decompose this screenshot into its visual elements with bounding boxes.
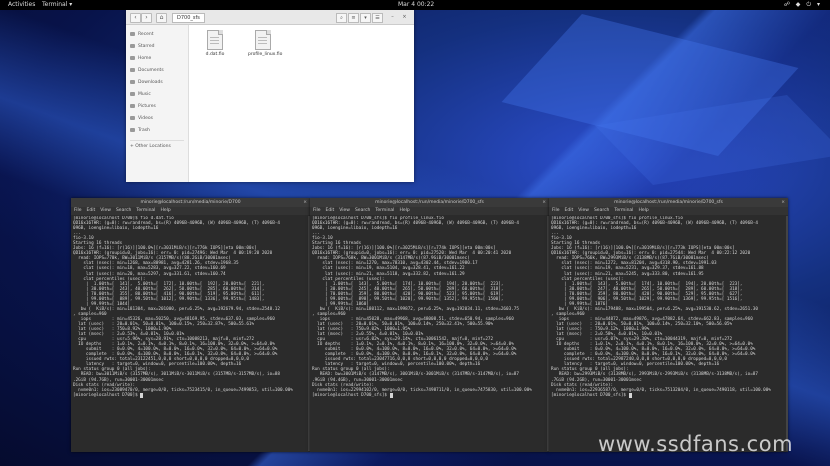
music-icon — [130, 91, 135, 96]
terminal-line: READ: bw=2993MiB/s (3138MB/s), 2993MiB/s… — [551, 372, 758, 378]
menu-view[interactable]: View — [339, 208, 350, 213]
terminal-title-bar: minorie@localhost:/run/media/minorie/D70… — [549, 198, 788, 207]
terminal-line: nvme0n1: ios=23089470/0, merge=0/0, tick… — [73, 387, 293, 393]
text-file-icon — [255, 30, 271, 50]
path-bar[interactable]: D700_sfs — [172, 13, 205, 23]
sidebar-item-other-locations[interactable]: + Other Locations — [130, 143, 171, 150]
sidebar-item-starred[interactable]: Starred — [130, 43, 155, 50]
menu-search[interactable]: Search — [594, 208, 609, 213]
terminal-title: minorie@localhost:/run/media/minorie/D70… — [614, 200, 723, 205]
trash-icon — [130, 127, 135, 132]
menu-terminal[interactable]: Terminal — [614, 208, 633, 213]
terminal-cursor — [628, 393, 632, 398]
terminal-title-bar: minorie@localhost:/run/media/minorie/D70… — [310, 198, 549, 207]
forward-button[interactable]: › — [141, 13, 152, 23]
file-name: profile_linux.fio — [248, 52, 283, 57]
terminal-line: READ: bw=3001MiB/s (3147MB/s), 3001MiB/s… — [312, 372, 519, 378]
terminal-cursor — [140, 393, 144, 398]
terminal-window-3: minorie@localhost:/run/media/minorie/D70… — [549, 198, 788, 452]
menu-view[interactable]: View — [100, 208, 111, 213]
sidebar-item-downloads[interactable]: Downloads — [130, 79, 163, 86]
terminal-line: [minorie@localhost D700]$ — [73, 393, 307, 398]
app-menu[interactable]: Terminal ▾ — [42, 0, 72, 10]
sidebar-item-music[interactable]: Music — [130, 91, 151, 98]
minimize-icon[interactable]: – — [388, 13, 397, 21]
file-manager-window: ‹ › ⌂ D700_sfs ⌕ ≡ ▾ ☰ – × Recent Starre… — [126, 10, 414, 182]
terminal-line: [minorie@localhost D700_sfs]$ — [312, 393, 546, 398]
terminal-line: bw ( KiB/s): min=179488, max=199504, per… — [551, 306, 758, 312]
terminal-window-2: minorie@localhost:/run/media/minorie/D70… — [310, 198, 549, 452]
home-icon[interactable]: ⌂ — [156, 13, 167, 23]
terminal-title-bar: minorie@localhost:/run/media/minorie/D70… — [71, 198, 310, 207]
sidebar-item-documents[interactable]: Documents — [130, 67, 164, 74]
watermark: www.ssdfans.com — [598, 432, 794, 456]
terminal-line: READ: bw=3011MiB/s (3157MB/s), 3011MiB/s… — [73, 372, 280, 378]
document-icon — [130, 67, 135, 72]
system-menu[interactable]: ☍ ◆ ⏻ ▾ — [784, 0, 822, 10]
search-icon[interactable]: ⌕ — [336, 13, 347, 23]
menu-edit[interactable]: Edit — [87, 208, 96, 213]
terminal-output[interactable]: [minorie@localhost D700_sfs]$ fio profil… — [312, 216, 546, 451]
terminal-line: bw ( KiB/s): min=181304, max=201000, per… — [73, 306, 280, 312]
terminal-title: minorie@localhost:/run/media/minorie/D70… — [140, 200, 241, 205]
file-manager-sidebar: Recent Starred Home Documents Downloads … — [126, 25, 189, 182]
sidebar-item-trash[interactable]: Trash — [130, 127, 150, 134]
menu-search[interactable]: Search — [355, 208, 370, 213]
clock-icon — [130, 31, 135, 36]
picture-icon — [130, 103, 135, 108]
terminal-window-1: minorie@localhost:/run/media/minorie/D70… — [71, 198, 310, 452]
menu-edit[interactable]: Edit — [565, 208, 574, 213]
close-icon[interactable]: × — [303, 198, 307, 207]
menu-file[interactable]: File — [552, 208, 560, 213]
menu-terminal[interactable]: Terminal — [375, 208, 394, 213]
terminal-cursor — [389, 393, 393, 398]
view-list-icon[interactable]: ≡ — [348, 13, 359, 23]
terminal-title: minorie@localhost:/run/media/minorie/D70… — [375, 200, 484, 205]
sidebar-item-home[interactable]: Home — [130, 55, 151, 62]
view-options-icon[interactable]: ▾ — [360, 13, 371, 23]
close-icon[interactable]: × — [542, 198, 546, 207]
file-item[interactable]: profile_linux.fio — [248, 30, 283, 57]
menu-icon[interactable]: ☰ — [372, 13, 383, 23]
sidebar-item-videos[interactable]: Videos — [130, 115, 153, 122]
text-file-icon — [207, 30, 223, 50]
terminal-output[interactable]: [minorie@localhost D700_sfs]$ fio profil… — [551, 216, 785, 451]
menu-terminal[interactable]: Terminal — [136, 208, 155, 213]
menu-edit[interactable]: Edit — [326, 208, 335, 213]
terminal-menu-bar: File Edit View Search Terminal Help — [71, 207, 310, 215]
terminal-line: [minorie@localhost D700_sfs]$ — [551, 393, 785, 398]
terminal-line: nvme0n1: ios=22994102/0, merge=0/0, tick… — [312, 387, 532, 393]
sidebar-item-pictures[interactable]: Pictures — [130, 103, 156, 110]
close-icon[interactable]: × — [400, 13, 409, 21]
video-icon — [130, 115, 135, 120]
back-button[interactable]: ‹ — [130, 13, 141, 23]
clock[interactable]: Mar 4 00:22 — [398, 0, 434, 10]
menu-view[interactable]: View — [578, 208, 589, 213]
file-manager-header: ‹ › ⌂ D700_sfs ⌕ ≡ ▾ ☰ – × — [126, 10, 414, 25]
menu-help[interactable]: Help — [638, 208, 648, 213]
scrollbar[interactable] — [786, 216, 788, 451]
file-item[interactable]: d.dat.fio — [200, 30, 230, 57]
sidebar-divider — [130, 140, 184, 141]
menu-help[interactable]: Help — [160, 208, 170, 213]
terminal-menu-bar: File Edit View Search Terminal Help — [310, 207, 549, 215]
download-icon — [130, 79, 135, 84]
terminal-line: nvme0n1: ios=22936587/0, merge=0/0, tick… — [551, 387, 771, 393]
top-bar: Activities Terminal ▾ Mar 4 00:22 ☍ ◆ ⏻ … — [0, 0, 830, 10]
activities-button[interactable]: Activities — [8, 0, 35, 10]
menu-search[interactable]: Search — [116, 208, 131, 213]
menu-help[interactable]: Help — [399, 208, 409, 213]
home-icon — [130, 55, 135, 60]
menu-file[interactable]: File — [313, 208, 321, 213]
sidebar-item-recent[interactable]: Recent — [130, 31, 154, 38]
terminal-line: bw ( KiB/s): min=180112, max=199872, per… — [312, 306, 519, 312]
star-icon — [130, 43, 135, 48]
file-name: d.dat.fio — [205, 52, 225, 57]
close-icon[interactable]: × — [781, 198, 785, 207]
terminal-output[interactable]: [minorie@localhost D700]$ fio d.dat.fio Q… — [73, 216, 307, 451]
terminal-menu-bar: File Edit View Search Terminal Help — [549, 207, 788, 215]
menu-file[interactable]: File — [74, 208, 82, 213]
